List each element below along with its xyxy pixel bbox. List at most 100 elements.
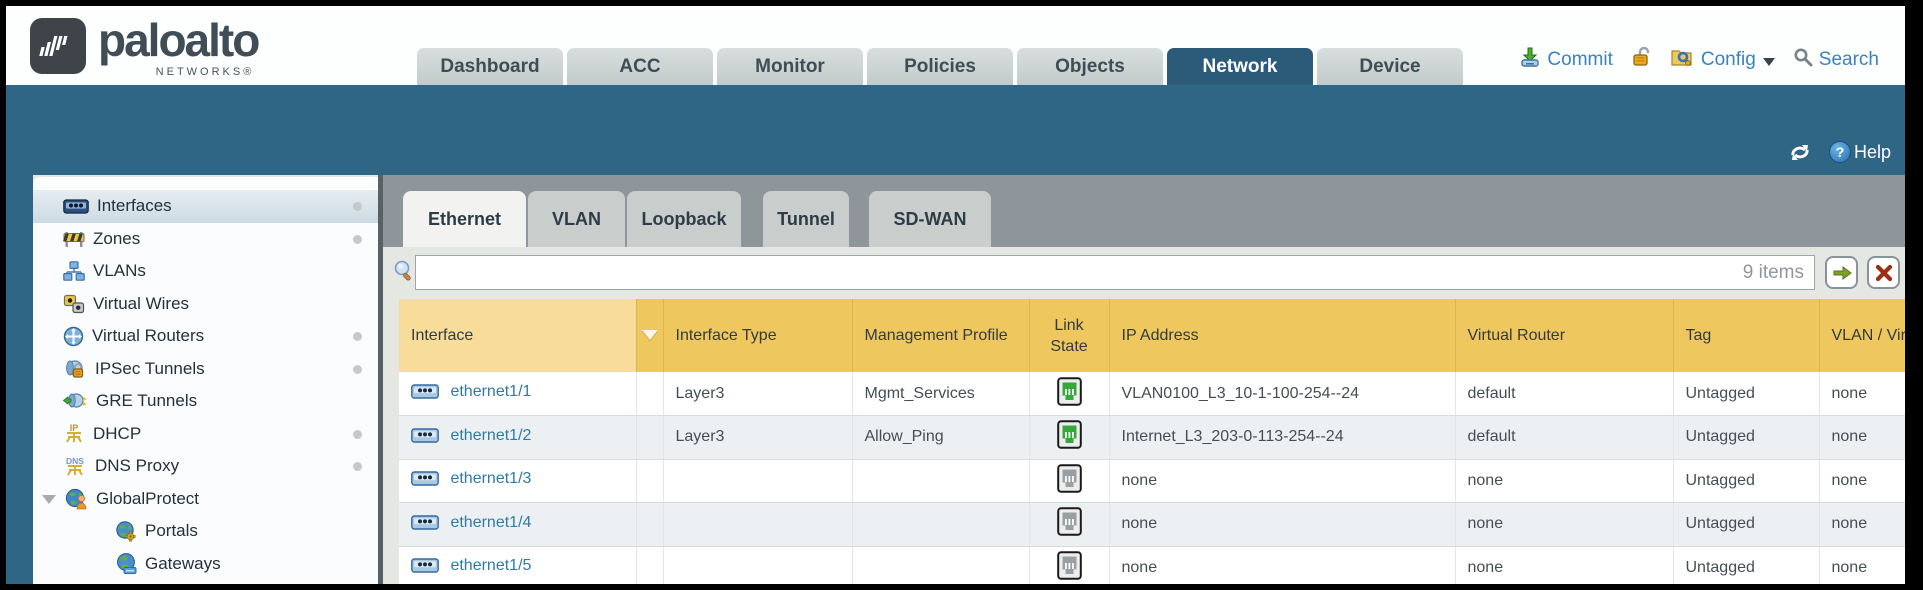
link-up-icon[interactable]: [1057, 393, 1082, 410]
cell-virtual-router: none: [1455, 546, 1673, 584]
col-virtual-router[interactable]: Virtual Router: [1455, 299, 1673, 372]
sidebar-item-label: GRE Tunnels: [96, 391, 197, 411]
subtab-ethernet[interactable]: Ethernet: [403, 191, 526, 247]
tab-acc[interactable]: ACC: [567, 48, 713, 85]
cell-link-state: [1029, 372, 1109, 416]
interface-link[interactable]: ethernet1/2: [450, 427, 531, 444]
sidebar-item-virtual-wires[interactable]: Virtual Wires: [33, 288, 378, 321]
config-menu[interactable]: Config: [1701, 49, 1756, 71]
svg-text:IP: IP: [70, 423, 79, 433]
sidebar-item-portals[interactable]: Portals: [33, 515, 378, 548]
network-sidebar: Interfaces Zones: [33, 177, 378, 584]
cell-virtual-router: default: [1455, 372, 1673, 416]
paloalto-logo: paloalto NETWORKS®: [30, 14, 258, 78]
table-row: ethernet1/5 none none Untagged none: [399, 546, 1905, 584]
tab-policies[interactable]: Policies: [867, 48, 1013, 85]
config-icon: [1671, 46, 1695, 74]
cell-interface: ethernet1/3: [399, 459, 636, 503]
sidebar-item-ipsec-tunnels[interactable]: IPSec Tunnels: [33, 353, 378, 386]
screenshot-frame: paloalto NETWORKS® Dashboard ACC Monitor…: [0, 0, 1923, 590]
sidebar-item-interfaces[interactable]: Interfaces: [33, 190, 378, 223]
subtab-vlan[interactable]: VLAN: [528, 191, 625, 247]
interface-link[interactable]: ethernet1/5: [450, 557, 531, 574]
col-management-profile[interactable]: Management Profile: [852, 299, 1029, 372]
config-caret-icon[interactable]: [1763, 58, 1775, 66]
sidebar-dot: [353, 462, 362, 471]
sidebar-item-globalprotect[interactable]: GlobalProtect: [33, 483, 378, 516]
cell-link-state: [1029, 546, 1109, 584]
sidebar-item-virtual-routers[interactable]: Virtual Routers: [33, 320, 378, 353]
main-pane: Ethernet VLAN Loopback Tunnel SD-WAN: [383, 175, 1905, 584]
top-bar: paloalto NETWORKS® Dashboard ACC Monitor…: [6, 6, 1905, 85]
sidebar-item-gateways[interactable]: Gateways: [33, 548, 378, 581]
link-up-icon[interactable]: [1057, 436, 1082, 453]
gre-tunnels-icon: [63, 391, 88, 411]
tab-device[interactable]: Device: [1317, 48, 1463, 85]
help-link[interactable]: Help: [1854, 142, 1891, 163]
ethernet-port-icon: [411, 473, 439, 490]
cell-link-state: [1029, 416, 1109, 460]
help-icon[interactable]: ?: [1829, 141, 1851, 163]
column-menu-button[interactable]: [636, 299, 663, 372]
clear-filter-button[interactable]: [1867, 256, 1900, 289]
cell-interface-type: Layer3: [663, 372, 852, 416]
logo-text: paloalto: [98, 14, 258, 66]
subtab-tunnel[interactable]: Tunnel: [763, 191, 849, 247]
interface-link[interactable]: ethernet1/3: [450, 470, 531, 487]
sort-dropdown-icon[interactable]: [642, 330, 658, 340]
apply-filter-button[interactable]: [1825, 256, 1858, 289]
interface-link[interactable]: ethernet1/1: [450, 383, 531, 400]
sidebar-item-gre-tunnels[interactable]: GRE Tunnels: [33, 385, 378, 418]
sidebar-item-zones[interactable]: Zones: [33, 223, 378, 256]
refresh-icon[interactable]: [1787, 142, 1813, 163]
sidebar-item-dns-proxy[interactable]: DNS DNS Proxy: [33, 450, 378, 483]
col-vlan-virtual-wire[interactable]: VLAN / Virtual Wire: [1819, 299, 1905, 372]
tab-monitor[interactable]: Monitor: [717, 48, 863, 85]
cell-tag: Untagged: [1673, 546, 1819, 584]
subtab-band: Ethernet VLAN Loopback Tunnel SD-WAN: [383, 175, 1905, 247]
cell-management-profile: Allow_Ping: [852, 416, 1029, 460]
search-button[interactable]: Search: [1819, 49, 1879, 71]
col-link-state[interactable]: Link State: [1029, 299, 1109, 372]
collapse-triangle-icon[interactable]: [42, 495, 56, 504]
sidebar-item-cutoff[interactable]: [33, 580, 378, 584]
filter-toolbar: 9 items: [383, 253, 1905, 291]
sidebar-dot: [353, 332, 362, 341]
cell-interface: ethernet1/5: [399, 546, 636, 584]
main-nav-tabs: Dashboard ACC Monitor Policies Objects N…: [417, 48, 1463, 85]
link-down-icon[interactable]: [1057, 567, 1082, 584]
tab-dashboard[interactable]: Dashboard: [417, 48, 563, 85]
link-down-icon[interactable]: [1057, 523, 1082, 540]
sidebar-item-vlans[interactable]: VLANs: [33, 255, 378, 288]
cell-virtual-router: default: [1455, 416, 1673, 460]
cell-tag: Untagged: [1673, 503, 1819, 547]
sidebar-item-label: IPSec Tunnels: [95, 359, 205, 379]
lock-icon[interactable]: [1631, 46, 1653, 74]
sidebar-item-dhcp[interactable]: IP DHCP: [33, 418, 378, 451]
globalprotect-icon: [65, 488, 88, 510]
subtab-sdwan[interactable]: SD-WAN: [869, 191, 991, 247]
col-interface-type[interactable]: Interface Type: [663, 299, 852, 372]
cell-interface: ethernet1/1: [399, 372, 636, 416]
cell-management-profile: [852, 503, 1029, 547]
interfaces-icon: [63, 199, 89, 214]
subtab-loopback[interactable]: Loopback: [627, 191, 741, 247]
col-tag[interactable]: Tag: [1673, 299, 1819, 372]
col-ip-address[interactable]: IP Address: [1109, 299, 1455, 372]
commit-button[interactable]: Commit: [1547, 49, 1612, 71]
link-down-icon[interactable]: [1057, 480, 1082, 497]
table-row: ethernet1/2 Layer3 Allow_Ping Internet_L…: [399, 416, 1905, 460]
filter-magnifier-icon: [393, 259, 415, 288]
col-interface[interactable]: Interface: [399, 299, 636, 372]
tab-network[interactable]: Network: [1167, 48, 1313, 85]
cell-tag: Untagged: [1673, 416, 1819, 460]
tab-objects[interactable]: Objects: [1017, 48, 1163, 85]
cell-interface-type: Layer3: [663, 416, 852, 460]
cell-interface-type: [663, 503, 852, 547]
filter-input[interactable]: [416, 263, 1743, 283]
virtual-wires-icon: [63, 294, 85, 314]
cell-vlan: none: [1819, 372, 1905, 416]
interface-link[interactable]: ethernet1/4: [450, 514, 531, 531]
sidebar-item-label: Virtual Routers: [92, 326, 204, 346]
ethernet-port-icon: [411, 560, 439, 577]
